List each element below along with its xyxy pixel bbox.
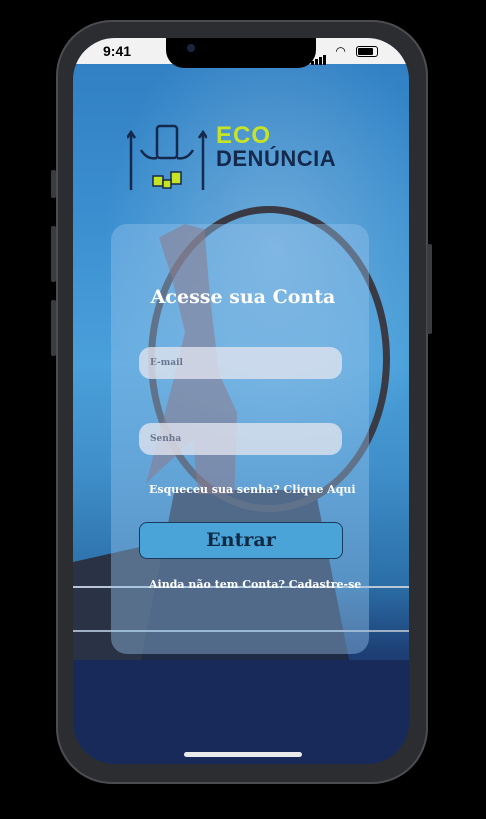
- email-field[interactable]: E-mail: [139, 347, 342, 379]
- notch: [166, 38, 316, 68]
- battery-icon: [356, 46, 378, 57]
- camera-icon: [187, 44, 195, 52]
- home-indicator[interactable]: [184, 752, 302, 757]
- side-button: [51, 170, 56, 198]
- forgot-password-link[interactable]: Esqueceu sua senha? Clique Aqui: [149, 483, 356, 496]
- password-field[interactable]: Senha: [139, 423, 342, 455]
- status-time: 9:41: [103, 43, 132, 59]
- eco-denuncia-logo-icon: [127, 124, 207, 190]
- side-button: [51, 300, 56, 356]
- login-title: Acesse sua Conta: [150, 286, 336, 308]
- password-placeholder: Senha: [150, 434, 182, 444]
- logo-text-denuncia: DENÚNCIA: [216, 146, 337, 171]
- background-ground: [73, 660, 409, 764]
- login-button[interactable]: Entrar: [139, 522, 343, 559]
- side-button: [51, 226, 56, 282]
- wifi-icon: ◠: [336, 44, 346, 58]
- signup-link[interactable]: Ainda não tem Conta? Cadastre-se: [149, 578, 361, 591]
- email-placeholder: E-mail: [150, 358, 183, 368]
